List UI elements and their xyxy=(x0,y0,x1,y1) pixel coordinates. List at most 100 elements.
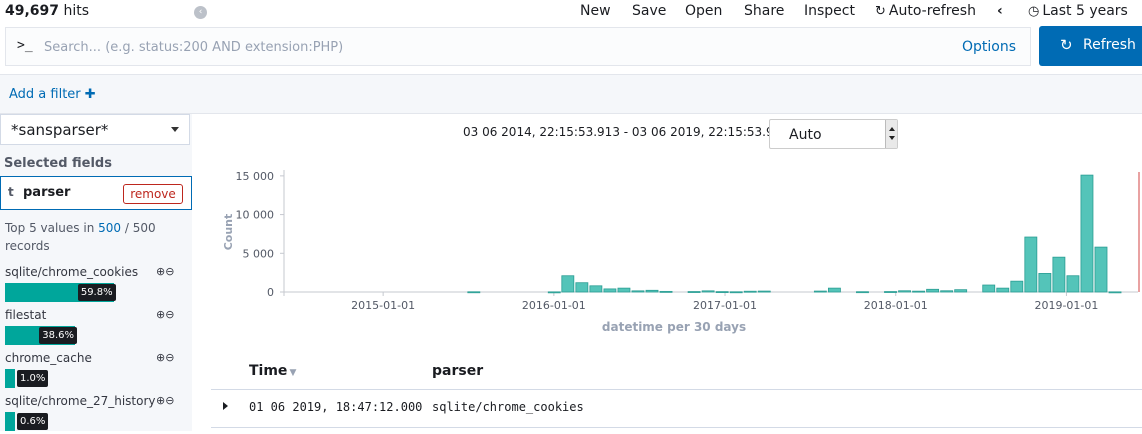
histogram-bar[interactable] xyxy=(575,282,589,293)
top-value-name: filestat xyxy=(5,308,47,322)
open-button[interactable]: Open xyxy=(685,3,722,19)
string-type-icon: t xyxy=(8,185,14,199)
x-tick-label: 2018-01-01 xyxy=(864,299,928,312)
histogram-bar[interactable] xyxy=(659,290,673,293)
sort-icon[interactable]: ▼ xyxy=(289,368,296,378)
histogram-bar[interactable] xyxy=(687,291,701,293)
top-value-name: sqlite/chrome_cookies xyxy=(5,265,139,279)
top-value-row: sqlite/chrome_27_history ⊕⊖ 0.6% xyxy=(0,394,192,434)
y-tick-label: 0 xyxy=(267,286,274,299)
histogram-bar[interactable] xyxy=(701,290,715,293)
histogram-bar[interactable] xyxy=(603,288,617,293)
histogram-bar[interactable] xyxy=(631,290,645,293)
options-button[interactable]: Options xyxy=(962,39,1016,55)
y-tick-label: 5 000 xyxy=(243,247,275,260)
histogram-bar[interactable] xyxy=(940,290,954,293)
histogram-bar[interactable] xyxy=(743,290,757,293)
table-row: 01 06 2019, 18:47:12.000 sqlite/chrome_c… xyxy=(211,391,1142,428)
refresh-button[interactable]: ↻ Refresh xyxy=(1039,26,1142,66)
histogram-bar[interactable] xyxy=(996,287,1010,293)
histogram-bar[interactable] xyxy=(1066,275,1080,293)
column-header-time[interactable]: Time ▼ xyxy=(249,363,296,379)
inspect-button[interactable]: Inspect xyxy=(804,3,855,19)
y-axis-title: Count xyxy=(222,214,235,251)
histogram-bar[interactable] xyxy=(729,291,743,294)
histogram-bar[interactable] xyxy=(813,290,827,293)
histogram-bar[interactable] xyxy=(1108,291,1122,294)
histogram-bar[interactable] xyxy=(954,289,968,293)
refresh-icon: ↻ xyxy=(875,4,886,19)
field-name: parser xyxy=(23,185,71,200)
value-percent-label: 59.8% xyxy=(77,284,116,301)
expand-row-icon[interactable] xyxy=(223,402,228,410)
histogram-bar[interactable] xyxy=(1010,280,1024,293)
y-tick-label: 15 000 xyxy=(236,170,275,183)
x-tick-label: 2019-01-01 xyxy=(1034,299,1098,312)
histogram-bar[interactable] xyxy=(617,287,631,293)
histogram-bar[interactable] xyxy=(715,291,729,294)
value-percent-label: 0.6% xyxy=(17,413,49,430)
histogram-bar[interactable] xyxy=(898,290,911,293)
top-value-name: chrome_cache xyxy=(5,351,92,365)
add-filter-button[interactable]: Add a filter ✚ xyxy=(9,87,96,102)
top-value-name: sqlite/chrome_27_history xyxy=(5,394,156,408)
chevron-left-icon[interactable]: ‹ xyxy=(997,3,1003,19)
auto-refresh-button[interactable]: ↻ Auto-refresh xyxy=(875,3,976,19)
column-header-parser[interactable]: parser xyxy=(432,363,483,379)
search-input[interactable] xyxy=(44,34,924,60)
histogram-bar[interactable] xyxy=(757,290,771,293)
new-button[interactable]: New xyxy=(580,3,611,19)
histogram-bar[interactable] xyxy=(884,291,897,293)
selected-fields-heading: Selected fields xyxy=(4,156,112,171)
share-button[interactable]: Share xyxy=(744,3,784,19)
save-button[interactable]: Save xyxy=(632,3,666,19)
filter-for-value-icon[interactable]: ⊕⊖ xyxy=(156,394,174,407)
remove-field-button[interactable]: remove xyxy=(123,184,183,204)
histogram-bar[interactable] xyxy=(589,285,603,293)
histogram-bar[interactable] xyxy=(827,287,841,293)
histogram-bar[interactable] xyxy=(467,291,481,294)
histogram-bar[interactable] xyxy=(547,291,561,294)
clock-icon: ◷ xyxy=(1028,4,1040,19)
histogram-bar[interactable] xyxy=(1038,273,1052,293)
filter-for-value-icon[interactable]: ⊕⊖ xyxy=(156,308,174,321)
histogram-bar[interactable] xyxy=(1094,246,1108,293)
histogram-bar[interactable] xyxy=(982,284,996,293)
top-value-row: filestat ⊕⊖ 38.6% xyxy=(0,308,192,348)
selected-field-parser[interactable]: t parser remove xyxy=(0,176,192,210)
value-percent-label: 38.6% xyxy=(39,327,78,344)
time-picker-button[interactable]: ◷ Last 5 years xyxy=(1028,3,1128,19)
sample-size-link[interactable]: 500 xyxy=(98,221,121,235)
doc-table-header: Time ▼ parser xyxy=(211,352,1142,390)
interval-select[interactable]: Auto xyxy=(769,119,898,149)
x-tick-label: 2017-01-01 xyxy=(693,299,757,312)
y-tick-label: 10 000 xyxy=(236,209,275,222)
refresh-icon: ↻ xyxy=(1060,36,1073,54)
histogram-bar[interactable] xyxy=(926,288,940,293)
field-sidebar: *sansparser* Selected fields t parser re… xyxy=(0,114,192,431)
value-percent-bar xyxy=(5,412,15,431)
value-percent-bar xyxy=(5,369,15,388)
collapse-sidebar-icon[interactable]: ‹ xyxy=(194,6,207,19)
histogram-bar[interactable] xyxy=(561,275,575,293)
histogram-chart[interactable]: 0 5 000 10 000 15 000 2015-01-01 2016-01-01 20… xyxy=(210,160,1142,340)
histogram-bar[interactable] xyxy=(1024,236,1038,293)
histogram-bar[interactable] xyxy=(856,291,869,294)
top-value-row: sqlite/chrome_cookies ⊕⊖ 59.8% xyxy=(0,265,192,305)
query-bar: >_ Options xyxy=(5,27,1031,66)
top-value-row: chrome_cache ⊕⊖ 1.0% xyxy=(0,351,192,391)
index-pattern-select[interactable]: *sansparser* xyxy=(0,114,190,145)
histogram-bar[interactable] xyxy=(645,289,659,293)
x-tick-label: 2016-01-01 xyxy=(522,299,586,312)
histogram-bar[interactable] xyxy=(1080,174,1094,293)
filter-for-value-icon[interactable]: ⊕⊖ xyxy=(156,351,174,364)
time-cell: 01 06 2019, 18:47:12.000 xyxy=(249,400,423,414)
x-axis-title: datetime per 30 days xyxy=(602,320,746,334)
histogram-bar[interactable] xyxy=(912,290,926,293)
top-values-summary: Top 5 values in 500 / 500 records xyxy=(5,221,156,253)
value-percent-label: 1.0% xyxy=(17,370,49,387)
hits-count: 49,697 hits xyxy=(5,3,90,19)
filter-for-value-icon[interactable]: ⊕⊖ xyxy=(156,265,174,278)
histogram-bar[interactable] xyxy=(1052,256,1066,293)
caret-down-icon xyxy=(171,127,179,132)
